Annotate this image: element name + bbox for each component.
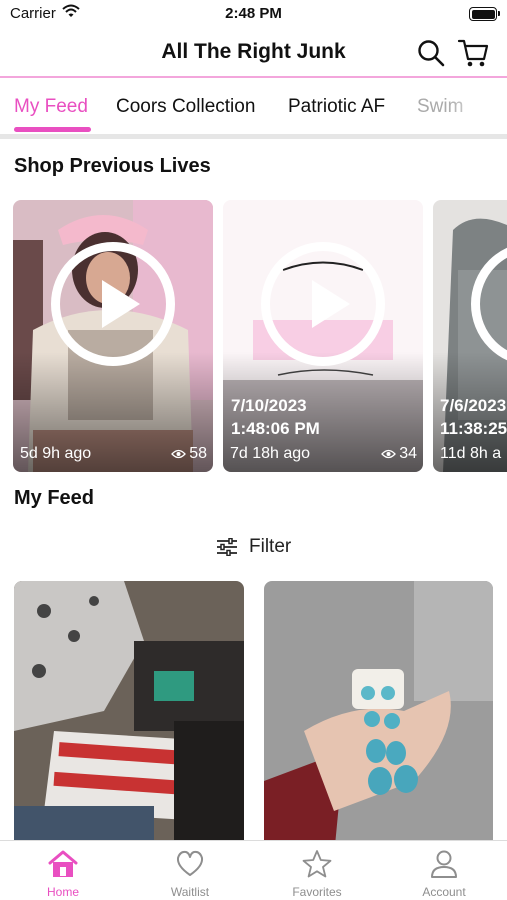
nav-favorites-label: Favorites bbox=[292, 885, 342, 899]
play-icon[interactable] bbox=[261, 242, 385, 366]
play-icon[interactable] bbox=[51, 242, 175, 366]
view-count: 34 bbox=[381, 445, 417, 463]
tab-patriotic-af[interactable]: Patriotic AF bbox=[288, 96, 385, 118]
eye-icon bbox=[171, 449, 187, 459]
section-title-previous-lives: Shop Previous Lives bbox=[14, 155, 211, 177]
live-date: 7/6/2023 bbox=[440, 396, 507, 415]
sliders-icon bbox=[217, 538, 237, 556]
live-time: 11:38:25 bbox=[440, 419, 507, 438]
filter-label: Filter bbox=[249, 536, 292, 557]
view-count-value: 58 bbox=[189, 445, 207, 462]
filter-button[interactable]: Filter bbox=[0, 535, 507, 559]
live-card[interactable]: 7/6/2023 11:38:25 11d 8h a bbox=[433, 200, 507, 472]
nav-favorites[interactable]: Favorites bbox=[254, 841, 380, 900]
bottom-nav: Home Waitlist Favorites Account bbox=[0, 840, 507, 900]
live-card[interactable]: 5d 9h ago 58 bbox=[13, 200, 213, 472]
person-icon bbox=[431, 850, 457, 878]
star-icon bbox=[302, 850, 332, 878]
clock: 2:48 PM bbox=[225, 5, 282, 22]
battery-icon bbox=[469, 7, 500, 21]
live-age: 7d 18h ago bbox=[230, 445, 311, 462]
view-count: 58 bbox=[171, 445, 207, 463]
home-icon bbox=[48, 850, 78, 877]
live-time: 1:48:06 PM bbox=[231, 419, 320, 438]
nav-account[interactable]: Account bbox=[381, 841, 507, 900]
live-card[interactable]: 7/10/2023 1:48:06 PM 7d 18h ago 34 bbox=[223, 200, 423, 472]
product-tile[interactable] bbox=[14, 581, 244, 856]
eye-icon bbox=[381, 449, 397, 459]
tabs-divider bbox=[0, 134, 507, 139]
live-datetime: 7/10/2023 1:48:06 PM bbox=[231, 394, 320, 440]
product-image bbox=[264, 581, 493, 856]
nav-waitlist-label: Waitlist bbox=[170, 885, 210, 899]
product-image bbox=[14, 581, 244, 856]
product-tile[interactable] bbox=[264, 581, 493, 856]
view-count-value: 34 bbox=[399, 445, 417, 462]
active-tab-indicator bbox=[14, 127, 91, 132]
live-age: 11d 8h a bbox=[440, 445, 502, 462]
live-date: 7/10/2023 bbox=[231, 396, 307, 415]
status-bar: Carrier 2:48 PM bbox=[0, 0, 507, 30]
tab-my-feed[interactable]: My Feed bbox=[14, 96, 88, 118]
live-age: 5d 9h ago bbox=[20, 445, 92, 462]
nav-account-label: Account bbox=[422, 885, 466, 899]
nav-waitlist[interactable]: Waitlist bbox=[127, 841, 253, 900]
section-title-my-feed: My Feed bbox=[14, 487, 95, 509]
tabs-fade bbox=[447, 80, 507, 136]
cart-icon[interactable] bbox=[457, 37, 489, 69]
live-datetime: 7/6/2023 11:38:25 bbox=[440, 394, 507, 440]
heart-icon bbox=[176, 850, 204, 876]
nav-home[interactable]: Home bbox=[0, 841, 126, 900]
tab-coors-collection[interactable]: Coors Collection bbox=[116, 96, 255, 118]
category-tabs: My Feed Coors Collection Patriotic AF Sw… bbox=[0, 80, 507, 136]
search-icon[interactable] bbox=[417, 39, 445, 67]
app-header: All The Right Junk bbox=[0, 30, 507, 78]
nav-home-label: Home bbox=[46, 885, 79, 899]
